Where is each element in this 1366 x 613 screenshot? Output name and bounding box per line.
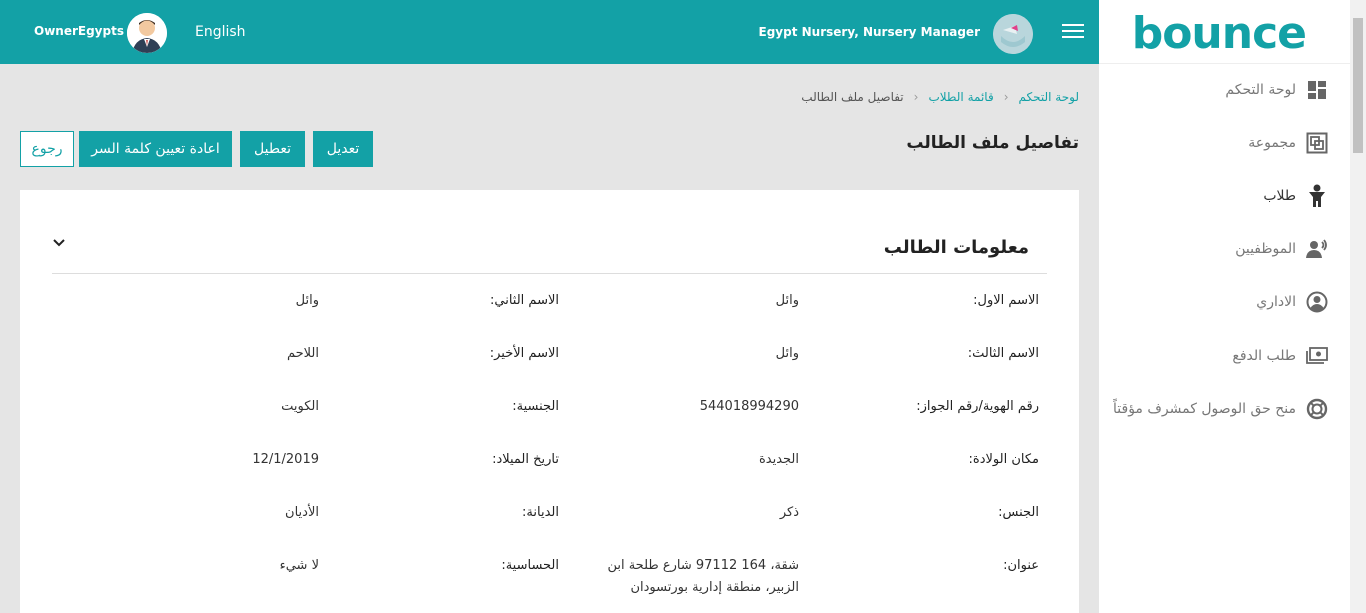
reset-password-button[interactable]: اعادة تعيين كلمة السر <box>79 131 232 167</box>
sidebar-item-admin[interactable]: الاداري <box>1256 291 1328 313</box>
field-value: وائل <box>295 293 319 308</box>
field-value: ذكر <box>779 505 799 520</box>
field-label: الاسم الأخير: <box>489 346 559 361</box>
breadcrumb-home[interactable]: لوحة التحكم <box>1019 90 1080 104</box>
field-label: عنوان: <box>1003 558 1039 573</box>
field-value: الكويت <box>281 399 319 414</box>
field-label: الجنسية: <box>512 399 559 414</box>
field-value: الأديان <box>285 505 319 520</box>
field-value: وائل <box>775 293 799 308</box>
sidebar-item-label: طلاب <box>1263 188 1296 204</box>
disable-button[interactable]: تعطيل <box>240 131 305 167</box>
field-label: الاسم الاول: <box>973 293 1039 308</box>
logo-area: bounce <box>1099 0 1350 64</box>
staff-icon <box>1306 238 1328 260</box>
field-value: اللاحم <box>286 346 319 361</box>
sidebar-item-payment[interactable]: طلب الدفع <box>1232 345 1328 367</box>
chevron-down-icon[interactable] <box>52 235 66 249</box>
field-label: الاسم الثاني: <box>490 293 559 308</box>
sidebar-item-dashboard[interactable]: لوحة التحكم <box>1225 79 1328 101</box>
sidebar-item-temp-admin[interactable]: منح حق الوصول كمشرف مؤقتاً <box>1113 398 1328 420</box>
sidebar-item-label: طلب الدفع <box>1232 348 1296 364</box>
page-title: تفاصيل ملف الطالب <box>906 133 1079 153</box>
sidebar: bounce لوحة التحكم مجموعة طلاب الموظفيين… <box>1099 0 1350 613</box>
field-value: الجديدة <box>758 452 799 467</box>
sidebar-item-label: مجموعة <box>1248 135 1296 151</box>
field-value: 544018994290 <box>699 399 799 414</box>
back-button[interactable]: رجوع <box>20 131 74 167</box>
field-value: وائل <box>775 346 799 361</box>
field-value: 12/1/2019 <box>252 452 319 467</box>
sidebar-item-group[interactable]: مجموعة <box>1248 132 1328 154</box>
sidebar-item-label: الموظفيين <box>1235 241 1296 257</box>
breadcrumb: لوحة التحكم ‹ قائمة الطلاب ‹ تفاصيل ملف … <box>801 90 1079 104</box>
chevron-left-icon: ‹ <box>913 90 919 104</box>
owner-name[interactable]: OwnerEgypts <box>34 24 124 38</box>
edit-button[interactable]: تعديل <box>313 131 373 167</box>
scrollbar-thumb[interactable] <box>1353 18 1363 153</box>
sidebar-item-students[interactable]: طلاب <box>1263 184 1328 207</box>
lifebuoy-icon <box>1306 398 1328 420</box>
field-label: مكان الولادة: <box>968 452 1039 467</box>
student-icon <box>1306 184 1328 207</box>
page-scrollbar[interactable] <box>1350 0 1366 613</box>
group-icon <box>1306 132 1328 154</box>
sidebar-item-label: منح حق الوصول كمشرف مؤقتاً <box>1113 401 1296 417</box>
sidebar-item-label: لوحة التحكم <box>1225 82 1296 98</box>
dashboard-icon <box>1306 79 1328 101</box>
owner-avatar[interactable] <box>127 13 167 53</box>
top-bar: OwnerEgypts English Egypt Nursery, Nurse… <box>0 0 1099 64</box>
sidebar-item-label: الاداري <box>1256 294 1296 310</box>
user-avatar-icon <box>127 13 167 53</box>
field-label: الديانة: <box>522 505 559 520</box>
nursery-logo-icon <box>993 14 1033 54</box>
breadcrumb-current: تفاصيل ملف الطالب <box>801 90 904 104</box>
field-label: تاريخ الميلاد: <box>492 452 559 467</box>
breadcrumb-students-list[interactable]: قائمة الطلاب <box>928 90 993 104</box>
admin-icon <box>1306 291 1328 313</box>
language-switch[interactable]: English <box>195 24 246 40</box>
field-label: الجنس: <box>998 505 1039 520</box>
field-label: الاسم الثالث: <box>967 346 1039 361</box>
bounce-logo[interactable]: bounce <box>1132 8 1307 59</box>
card-title: معلومات الطالب <box>883 237 1029 258</box>
manager-name[interactable]: Egypt Nursery, Nursery Manager <box>759 25 980 39</box>
field-label: رقم الهوية/رقم الجواز: <box>916 399 1039 414</box>
field-label: الحساسية: <box>501 558 559 573</box>
payment-icon <box>1306 345 1328 367</box>
divider <box>52 273 1047 274</box>
manager-avatar[interactable] <box>993 14 1033 54</box>
chevron-left-icon: ‹ <box>1003 90 1009 104</box>
field-value: لا شيء <box>279 558 319 573</box>
sidebar-item-staff[interactable]: الموظفيين <box>1235 238 1328 260</box>
field-value: شقة، 164 97112 شارع طلحة ابن الزبير، منط… <box>607 558 799 595</box>
student-info-card: معلومات الطالب الاسم الاول: وائل الاسم ا… <box>20 190 1079 613</box>
menu-toggle-icon[interactable] <box>1062 24 1084 40</box>
